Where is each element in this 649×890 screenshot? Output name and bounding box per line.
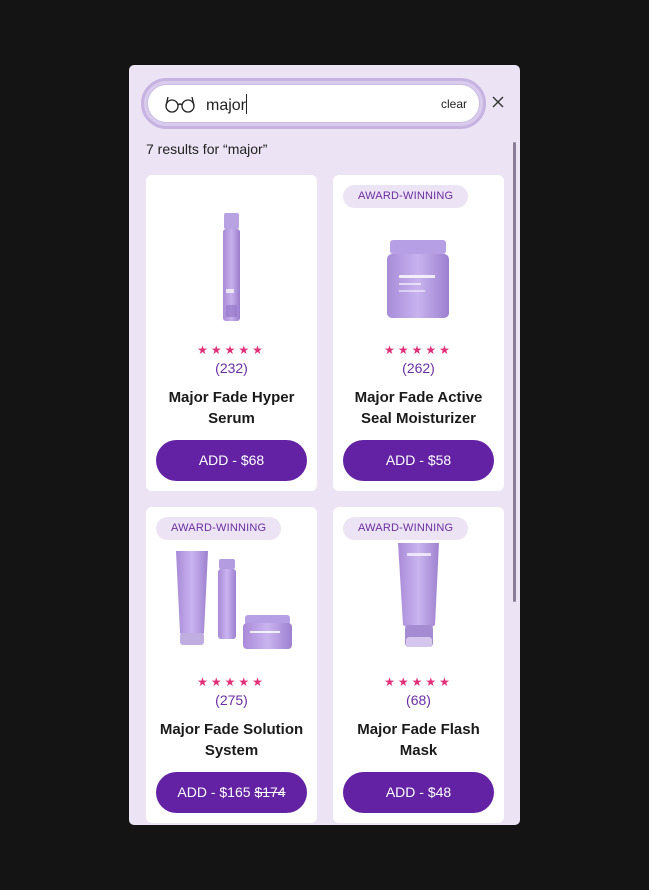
review-count[interactable]: (262) bbox=[333, 360, 504, 376]
review-count[interactable]: (275) bbox=[146, 692, 317, 708]
product-name[interactable]: Major Fade Flash Mask bbox=[343, 719, 494, 761]
search-input[interactable]: major bbox=[206, 94, 248, 117]
rating-stars: ★★★★★ bbox=[384, 675, 453, 689]
original-price: $174 bbox=[254, 784, 286, 800]
rating-stars: ★★★★★ bbox=[384, 343, 453, 357]
close-icon[interactable] bbox=[491, 95, 505, 109]
product-image bbox=[387, 240, 449, 318]
scrollbar[interactable] bbox=[513, 142, 516, 602]
clear-button[interactable]: clear bbox=[441, 97, 467, 111]
product-name[interactable]: Major Fade Solution System bbox=[156, 719, 307, 761]
add-to-cart-button[interactable]: ADD - $68 bbox=[156, 440, 307, 481]
add-to-cart-button[interactable]: ADD - $58 bbox=[343, 440, 494, 481]
product-card[interactable]: AWARD-WINNING ★★★★★ (275) Major Fade Sol… bbox=[146, 507, 317, 823]
product-card[interactable]: AWARD-WINNING ★★★★★ (68) Major Fade Flas… bbox=[333, 507, 504, 823]
add-to-cart-button[interactable]: ADD - $165 $174 bbox=[156, 772, 307, 813]
product-name[interactable]: Major Fade Active Seal Moisturizer bbox=[343, 387, 494, 429]
text-caret bbox=[246, 94, 248, 114]
rating-stars: ★★★★★ bbox=[197, 343, 266, 357]
add-to-cart-button[interactable]: ADD - $48 bbox=[343, 772, 494, 813]
search-input-container[interactable]: major clear bbox=[147, 84, 480, 123]
rating-stars: ★★★★★ bbox=[197, 675, 266, 689]
product-image bbox=[223, 213, 240, 321]
product-card[interactable]: ★★★★★ (232) Major Fade Hyper Serum ADD -… bbox=[146, 175, 317, 491]
glasses-icon bbox=[165, 96, 195, 113]
review-count[interactable]: (68) bbox=[333, 692, 504, 708]
review-count[interactable]: (232) bbox=[146, 360, 317, 376]
results-count: 7 results for “major” bbox=[146, 141, 268, 157]
product-card[interactable]: AWARD-WINNING ★★★★★ (262) Major Fade Act… bbox=[333, 175, 504, 491]
search-panel: major clear 7 results for “major” ★★★★★ … bbox=[129, 65, 520, 825]
product-name[interactable]: Major Fade Hyper Serum bbox=[156, 387, 307, 429]
search-box[interactable]: major clear bbox=[141, 78, 486, 129]
product-image bbox=[176, 551, 292, 649]
product-image bbox=[398, 543, 439, 647]
